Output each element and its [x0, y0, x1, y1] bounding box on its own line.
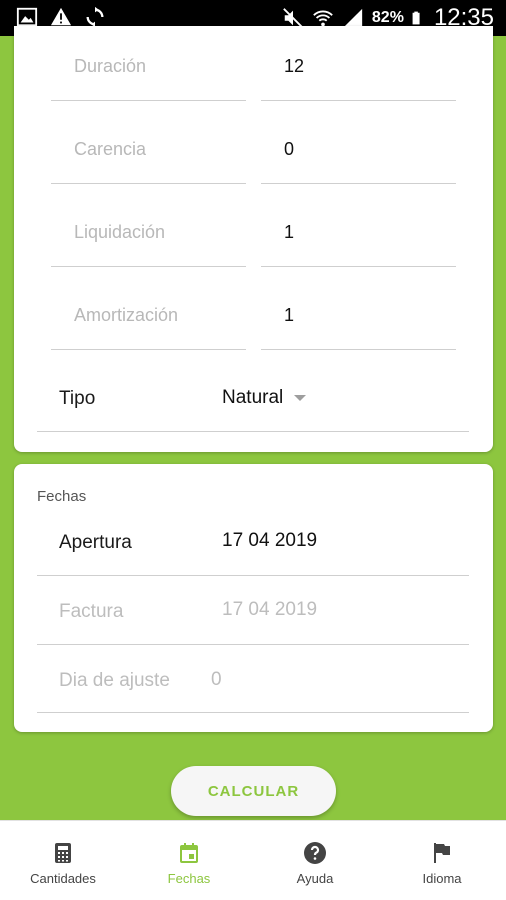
warning-icon — [50, 7, 72, 26]
amortizacion-input-underline — [261, 349, 456, 350]
tipo-label: Tipo — [59, 388, 96, 409]
duracion-input-underline — [261, 100, 456, 101]
nav-item-idioma[interactable]: Idioma — [379, 821, 505, 900]
liquidacion-input[interactable]: 1 — [284, 222, 294, 243]
dia-ajuste-input[interactable]: 0 — [211, 669, 222, 691]
apertura-date-field[interactable]: 17 04 2019 — [222, 530, 317, 552]
dia-ajuste-divider — [37, 712, 469, 713]
help-icon — [304, 842, 326, 864]
calendar-icon — [180, 843, 198, 863]
calcular-button[interactable]: CALCULAR — [171, 766, 336, 816]
factura-label: Factura — [59, 601, 124, 622]
flag-icon — [434, 843, 450, 863]
carencia-input-underline — [261, 183, 456, 184]
sync-icon — [86, 6, 104, 28]
carencia-label: Carencia — [74, 139, 147, 159]
tipo-dropdown-value: Natural — [222, 387, 284, 408]
amortizacion-label: Amortización — [74, 305, 179, 325]
carencia-input[interactable]: 0 — [284, 139, 294, 160]
tipo-dropdown[interactable]: Natural — [222, 378, 332, 418]
chevron-down-icon — [294, 395, 306, 401]
bottom-navigation: Cantidades Fechas Ayuda Idioma — [0, 820, 506, 900]
apertura-divider — [37, 575, 469, 576]
nav-label-idioma: Idioma — [422, 871, 462, 886]
amortizacion-label-underline — [51, 349, 246, 350]
nav-item-fechas[interactable]: Fechas — [126, 821, 252, 900]
duracion-label-underline — [51, 100, 246, 101]
nav-label-fechas: Fechas — [167, 871, 211, 886]
apertura-label: Apertura — [59, 532, 132, 553]
nav-item-cantidades[interactable]: Cantidades — [0, 821, 126, 900]
factura-divider — [37, 644, 469, 645]
fechas-card: Fechas Apertura 17 04 2019 Factura 17 04… — [14, 464, 493, 732]
duracion-label: Duración — [74, 56, 147, 76]
nav-item-ayuda[interactable]: Ayuda — [252, 821, 378, 900]
carencia-label-underline — [51, 183, 246, 184]
liquidacion-label-underline — [51, 266, 246, 267]
liquidacion-input-underline — [261, 266, 456, 267]
dia-ajuste-label: Dia de ajuste — [59, 670, 170, 691]
loan-parameters-card: Duración 12 Carencia 0 Liquidación 1 Amo… — [14, 26, 493, 452]
nav-label-cantidades: Cantidades — [30, 871, 96, 886]
tipo-divider — [37, 431, 469, 432]
amortizacion-input[interactable]: 1 — [284, 305, 294, 326]
nav-label-ayuda: Ayuda — [296, 871, 334, 886]
gallery-icon — [16, 7, 38, 27]
duracion-input[interactable]: 12 — [284, 56, 304, 77]
calculator-icon — [55, 843, 71, 863]
fechas-section-title: Fechas — [37, 488, 87, 505]
liquidacion-label: Liquidación — [74, 222, 166, 242]
factura-date-field[interactable]: 17 04 2019 — [222, 599, 317, 621]
battery-percent: 82% — [371, 9, 404, 26]
